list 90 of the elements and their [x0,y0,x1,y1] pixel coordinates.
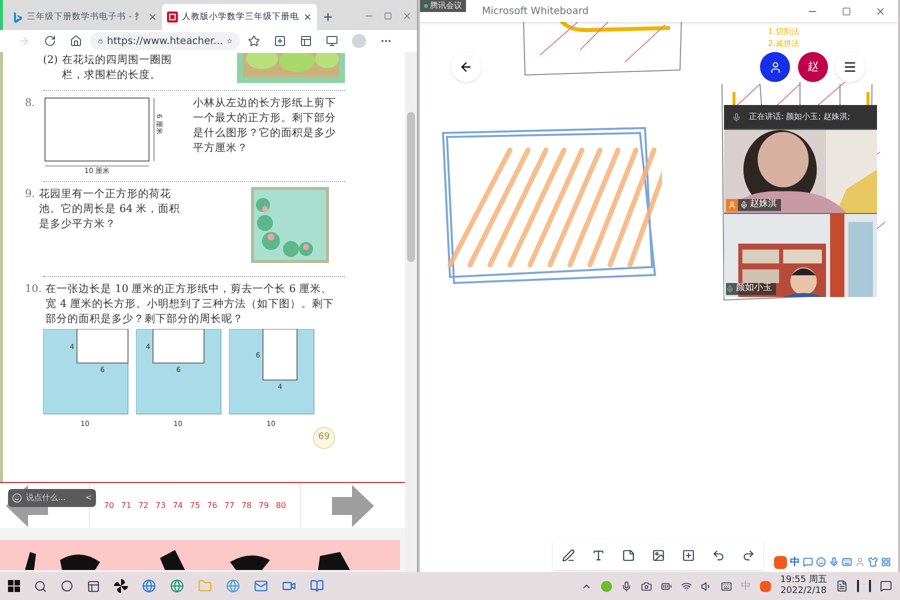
refresh-icon[interactable] [44,35,56,47]
page-link[interactable]: 80 [276,500,286,512]
speaking-status: 正在讲话: 颜如小玉; 赵姝淇; [749,111,850,123]
clock[interactable]: 19:55 周五 2022/2/18 [780,575,827,597]
home-icon[interactable] [70,35,82,47]
input-mode[interactable]: 中 [790,554,800,570]
problem-number: (2) [43,53,58,68]
page-link[interactable]: 76 [207,500,218,512]
volume-icon[interactable] [701,580,712,592]
problem-text: 在一张边长是 10 厘米的正方形纸中，剪去一个长 6 厘米、宽 4 厘米的长方形。小明想到了三种方法（如下图）。剩下部分的面积是多少？剩下部分的周长呢？ [46,282,336,327]
battery-icon[interactable] [661,580,672,592]
menu-icon [843,60,857,74]
wifi-icon[interactable] [681,580,692,592]
insert-icon[interactable] [682,548,694,562]
page-link[interactable]: 74 [172,500,183,512]
notification-icon[interactable] [880,580,892,592]
note-text: 2.减拼法 [768,38,800,50]
participant-name: 颜如小玉 [736,282,772,296]
collapse-toggle[interactable]: < [85,492,92,504]
browser-tab[interactable]: 人教版小学数学三年级下册电 [162,4,317,30]
address-bar[interactable]: https://www.hteacher... [90,32,240,50]
maximize-icon[interactable] [384,12,392,20]
emoji-icon[interactable] [816,557,826,567]
toolbox-icon[interactable] [881,557,891,567]
browser-tab[interactable]: 三年级下册数学书电子书 - 扌 [7,4,162,30]
page-link[interactable]: 75 [190,500,200,512]
maximize-icon[interactable] [842,6,851,16]
page-link[interactable]: 73 [156,500,166,512]
user-icon[interactable] [855,557,865,567]
problem-text: 小林从左边的长方形纸上剪下一个最大的正方形。剩下部分是什么图形？它的面积是多少平方厘米？ [193,96,338,156]
window-title: Microsoft Whiteboard [482,4,589,18]
comment-placeholder: 说点什么... [26,492,66,504]
page-link[interactable]: 79 [258,500,269,512]
undo-icon[interactable] [712,548,724,562]
participant-name: 赵姝淇 [750,198,777,212]
problem-number: 9. [25,187,36,202]
favorites-icon[interactable] [248,35,260,47]
redo-icon[interactable] [742,548,754,562]
pen-icon[interactable] [562,548,574,562]
emoji-icon [12,493,22,503]
participant-button[interactable] [760,52,790,82]
problem-number: 8. [25,96,36,111]
user-avatar[interactable]: 赵 [798,52,828,82]
note-icon[interactable] [622,548,634,562]
comment-toast[interactable]: 说点什么... < [8,489,96,507]
pinwheel-icon[interactable] [114,579,128,593]
lock-icon [98,36,104,46]
meeting-app-icon[interactable] [282,579,296,593]
site-icon [167,11,178,23]
voice-icon[interactable] [829,557,839,567]
new-tab-icon[interactable] [322,11,334,23]
text-icon[interactable] [592,548,604,562]
microphone-icon [732,112,741,122]
microphone-icon [726,285,734,293]
notes-icon[interactable] [836,580,848,592]
image-icon[interactable] [652,548,664,562]
keyboard-icon[interactable] [842,557,852,567]
page-link[interactable]: 72 [138,500,149,512]
search-icon[interactable] [34,580,47,592]
url-text: https://www.hteacher... [107,34,223,48]
tab-title: 三年级下册数学书电子书 - 扌 [27,10,144,24]
mail-icon[interactable] [254,579,268,593]
clock-date: 2022/2/18 [780,586,827,597]
next-arrow-icon[interactable] [332,484,374,526]
problem-text: 在花坛的四周围一圈围栏，求围栏的长度。 [62,53,173,83]
favorite-icon[interactable] [226,36,232,46]
page-link[interactable]: 71 [121,500,132,512]
page-link[interactable]: 77 [224,500,234,512]
note-text: 1.切割法 [768,26,800,38]
problem-text: 花园里有一个正方形的荷花池。它的周长是 64 米，面积是多少平方米？ [39,187,182,232]
tab-title: 人教版小学数学三年级下册电 [182,10,299,24]
page-link[interactable]: 70 [104,500,114,512]
collections-icon[interactable] [274,35,286,47]
menu-button[interactable] [835,52,865,82]
windows-start-icon[interactable] [8,580,20,592]
microphone-icon [740,201,748,209]
page-number: 69 [313,427,335,449]
bing-icon [12,11,24,23]
microphone-icon[interactable] [621,580,632,592]
problem-number: 10. [25,282,42,297]
clock-time: 19:55 周五 [780,575,827,586]
person-icon [768,60,782,74]
meeting-badge: 腾讯会议 [420,0,466,12]
back-button[interactable] [451,52,481,82]
close-icon[interactable] [302,12,312,22]
task-view-icon[interactable] [87,580,100,592]
camera-icon[interactable] [641,580,652,592]
browser-icon[interactable] [142,579,156,593]
keyboard-icon[interactable] [721,580,732,592]
page-link[interactable]: 78 [241,500,252,512]
